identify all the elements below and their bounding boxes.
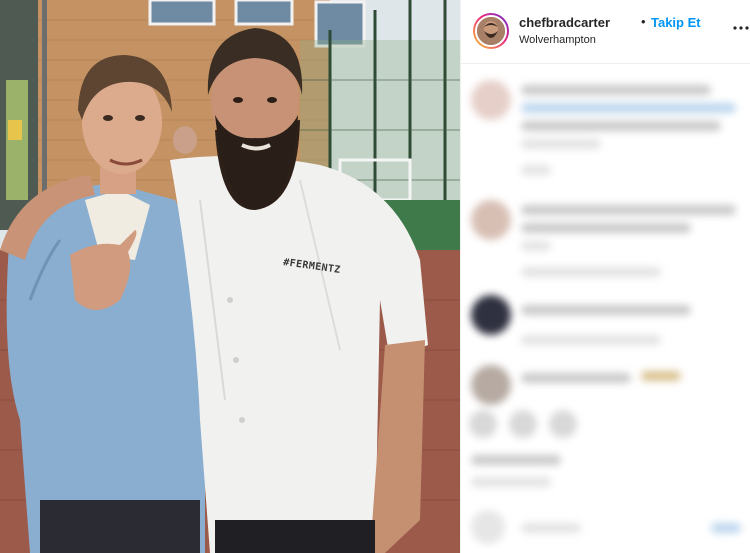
follow-button[interactable]: Takip Et bbox=[651, 15, 701, 30]
post-side-panel: chefbradcarter • Takip Et Wolverhampton bbox=[460, 0, 750, 553]
action-icon-shape bbox=[509, 410, 537, 438]
comment-text-line bbox=[521, 305, 691, 315]
story-ring[interactable] bbox=[473, 13, 509, 49]
action-icon-shape bbox=[469, 410, 497, 438]
comment-text-line bbox=[521, 85, 711, 95]
post-photo[interactable]: #FERMENTZ bbox=[0, 0, 460, 553]
comments-section-blurred bbox=[461, 65, 750, 553]
comment-avatar bbox=[471, 295, 511, 335]
comment-meta-line bbox=[521, 267, 661, 277]
comment-avatar bbox=[471, 80, 511, 120]
comment-avatar bbox=[471, 200, 511, 240]
username-link[interactable]: chefbradcarter bbox=[519, 15, 610, 30]
post-header: chefbradcarter • Takip Et Wolverhampton bbox=[461, 0, 750, 64]
comment-meta-line bbox=[521, 165, 551, 175]
comment-text-line bbox=[521, 241, 551, 251]
add-comment-avatar bbox=[471, 510, 505, 544]
action-icon-shape bbox=[549, 410, 577, 438]
comment-text-line bbox=[521, 205, 736, 215]
comment-text-line bbox=[521, 223, 691, 233]
post-button-line bbox=[711, 523, 741, 533]
comment-text-line bbox=[641, 371, 681, 381]
avatar-image bbox=[477, 17, 505, 45]
likes-line bbox=[471, 455, 561, 465]
photo-illustration bbox=[0, 0, 460, 553]
add-comment-line bbox=[521, 523, 581, 533]
avatar[interactable] bbox=[475, 15, 507, 47]
comment-text-line bbox=[521, 103, 736, 113]
comment-meta-line bbox=[521, 335, 661, 345]
comment-avatar bbox=[471, 365, 511, 405]
instagram-post: #FERMENTZ chefbradcarter • Takip Et Wolv… bbox=[0, 0, 750, 553]
separator-dot: • bbox=[641, 14, 646, 29]
comment-text-line bbox=[521, 139, 601, 149]
blurred-content bbox=[461, 65, 750, 553]
date-line bbox=[471, 477, 551, 487]
comment-text-line bbox=[521, 121, 721, 131]
location-link[interactable]: Wolverhampton bbox=[519, 34, 596, 46]
more-horizontal-icon[interactable] bbox=[733, 20, 749, 36]
comment-text-line bbox=[521, 373, 631, 383]
